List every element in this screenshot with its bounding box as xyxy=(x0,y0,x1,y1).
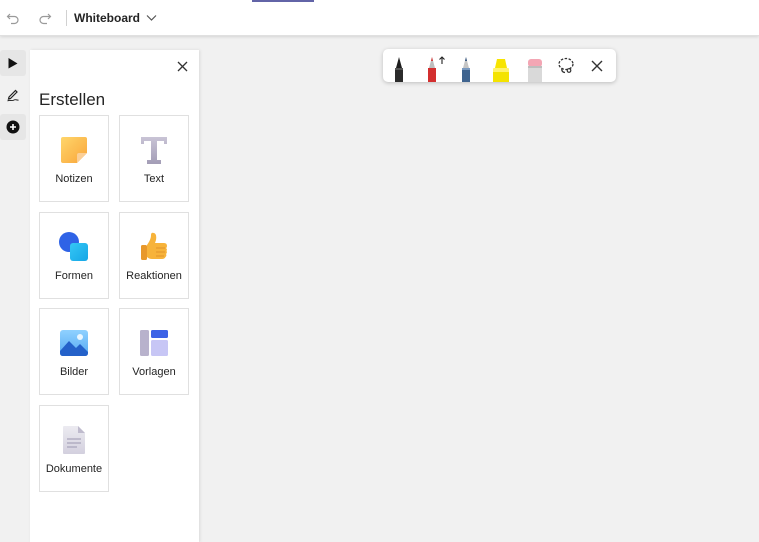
board-title-dropdown[interactable]: Whiteboard xyxy=(74,8,157,28)
toolbar-divider xyxy=(66,10,67,26)
left-tool-rail xyxy=(0,50,26,146)
yellow-highlighter-icon[interactable] xyxy=(488,54,514,82)
lasso-icon[interactable] xyxy=(556,56,576,76)
create-card-reaktionen[interactable]: Reaktionen xyxy=(119,212,189,299)
close-icon[interactable] xyxy=(590,59,604,73)
close-icon xyxy=(177,61,187,71)
add-circle-icon xyxy=(6,120,20,134)
document-icon xyxy=(63,426,85,454)
black-pen-icon[interactable] xyxy=(388,54,410,82)
ink-tool-button[interactable] xyxy=(0,82,26,108)
active-tab-indicator xyxy=(252,0,314,2)
create-card-formen[interactable]: Formen xyxy=(39,212,109,299)
create-card-vorlagen[interactable]: Vorlagen xyxy=(119,308,189,395)
pen-signature-icon xyxy=(7,89,19,102)
panel-title: Erstellen xyxy=(39,90,106,109)
create-panel: Erstellen Notizen Text Formen Reaktionen… xyxy=(30,50,199,542)
image-icon xyxy=(60,330,88,356)
select-tool-button[interactable] xyxy=(0,50,26,76)
thumbs-up-icon xyxy=(141,232,167,260)
create-card-label: Formen xyxy=(55,270,93,282)
sticky-note-icon xyxy=(61,137,87,163)
red-arrow-pen-icon[interactable] xyxy=(421,54,447,82)
create-card-text[interactable]: Text xyxy=(119,115,189,202)
top-toolbar: Whiteboard xyxy=(0,0,759,36)
undo-button[interactable] xyxy=(4,8,22,28)
redo-icon xyxy=(39,13,52,25)
create-card-label: Bilder xyxy=(59,366,89,378)
blue-pen-icon[interactable] xyxy=(455,54,477,82)
undo-icon xyxy=(6,13,19,25)
create-card-dokumente[interactable]: Dokumente xyxy=(39,405,109,492)
create-tool-button[interactable] xyxy=(0,114,26,140)
create-card-label: Dokumente xyxy=(45,463,103,475)
shapes-icon xyxy=(59,232,88,261)
create-card-label: Text xyxy=(143,173,165,185)
create-card-bilder[interactable]: Bilder xyxy=(39,308,109,395)
eraser-icon[interactable] xyxy=(523,54,547,82)
board-title: Whiteboard xyxy=(74,11,140,25)
template-icon xyxy=(140,330,168,356)
redo-button[interactable] xyxy=(36,8,54,28)
close-panel-button[interactable] xyxy=(174,58,190,74)
pointer-icon xyxy=(8,57,18,68)
create-card-label: Reaktionen xyxy=(126,270,182,282)
text-icon xyxy=(141,137,167,164)
chevron-down-icon xyxy=(146,15,157,21)
create-card-notizen[interactable]: Notizen xyxy=(39,115,109,202)
ink-toolbar xyxy=(383,49,616,82)
create-card-label: Vorlagen xyxy=(132,366,176,378)
create-card-label: Notizen xyxy=(55,173,93,185)
